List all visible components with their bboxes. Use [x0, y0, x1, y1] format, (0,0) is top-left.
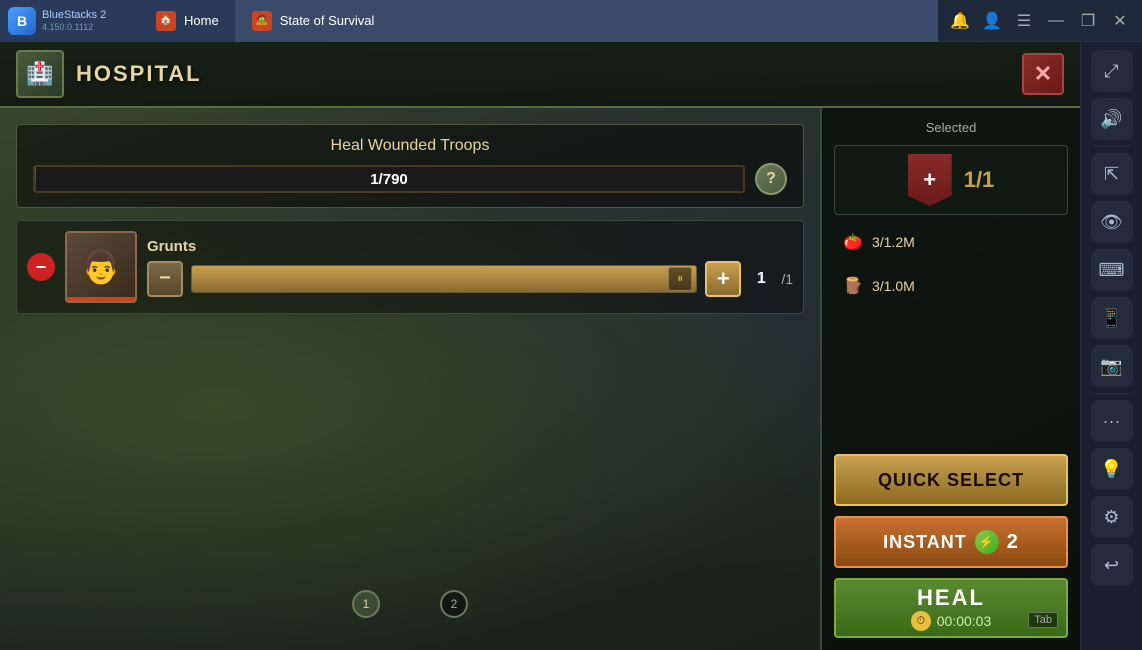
- help-button[interactable]: ?: [755, 163, 787, 195]
- troop-name: Grunts: [147, 238, 793, 255]
- app-name: BlueStacks 2 4.150.0.1112: [42, 9, 106, 33]
- heal-button-time: ⏱ 00:00:03: [911, 611, 992, 631]
- troop-pause-button[interactable]: ⏸: [668, 267, 692, 291]
- camera-icon[interactable]: 📷: [1091, 345, 1133, 387]
- bell-icon[interactable]: 🔔: [946, 7, 974, 35]
- phone-icon[interactable]: 📱: [1091, 297, 1133, 339]
- instant-count: 2: [1007, 531, 1019, 554]
- heal-button-label: HEAL: [917, 585, 985, 611]
- resource-row-1: 🍅 3/1.2M: [834, 225, 1068, 259]
- wood-icon: 🪵: [842, 275, 864, 297]
- clock-icon: ⏱: [911, 611, 931, 631]
- heal-progress-row: 1/790 ?: [33, 163, 787, 195]
- troop-max-count: /1: [781, 271, 793, 287]
- tab-home[interactable]: 🏠 Home: [140, 0, 236, 42]
- troop-slider[interactable]: ⏸: [191, 265, 697, 293]
- food-amount: 3/1.2M: [872, 234, 915, 250]
- selected-box: + 1/1: [834, 145, 1068, 215]
- heal-button[interactable]: HEAL ⏱ 00:00:03 Tab: [834, 578, 1068, 638]
- keyboard-icon[interactable]: ⌨: [1091, 249, 1133, 291]
- hospital-icon: 🏥: [16, 50, 64, 98]
- bulb-icon[interactable]: 💡: [1091, 448, 1133, 490]
- home-tab-icon: 🏠: [156, 11, 176, 31]
- instant-icon: ⚡: [975, 530, 999, 554]
- back-icon[interactable]: ↩: [1091, 544, 1133, 586]
- restore-button[interactable]: ❐: [1074, 7, 1102, 35]
- troop-avatar: 👨: [65, 231, 137, 303]
- troop-row: − 👨 Grunts − ⏸: [16, 220, 804, 314]
- heal-bar-wrapper: 1/790: [33, 165, 745, 193]
- troop-increase-button[interactable]: +: [705, 261, 741, 297]
- food-icon: 🍅: [842, 231, 864, 253]
- dots-icon[interactable]: ···: [1091, 400, 1133, 442]
- menu-icon[interactable]: ☰: [1010, 7, 1038, 35]
- troop-avatar-bar: [67, 297, 135, 301]
- sidebar-divider-1: [1094, 146, 1130, 147]
- fullscreen-icon[interactable]: ⤢: [1091, 50, 1133, 92]
- game-tab-icon: 🧟: [252, 11, 272, 31]
- heal-info-box: Heal Wounded Troops 1/790 ?: [16, 124, 804, 208]
- troop-current-count: 1: [749, 270, 773, 288]
- troop-decrease-button[interactable]: −: [147, 261, 183, 297]
- selected-count: 1/1: [964, 167, 995, 193]
- page-dot-1[interactable]: 1: [352, 590, 380, 618]
- resource-row-2: 🪵 3/1.0M: [834, 269, 1068, 303]
- main-area: 🏥 HOSPITAL ✕ Heal Wounded Troops: [0, 42, 1142, 650]
- app-logo: B BlueStacks 2 4.150.0.1112: [0, 0, 140, 42]
- window-controls: 🔔 👤 ☰ — ❐ ✕: [938, 7, 1142, 35]
- home-tab-label: Home: [184, 13, 219, 28]
- right-sidebar: ⤢ 🔊 ⇱ 👁 ⌨ 📱 📷 ··· 💡 ⚙ ↩: [1080, 42, 1142, 650]
- close-window-button[interactable]: ✕: [1106, 7, 1134, 35]
- right-section: Selected + 1/1 🍅 3/1.2M 🪵 3/1.0M: [820, 108, 1080, 650]
- minimize-button[interactable]: —: [1042, 7, 1070, 35]
- medical-flag-icon: +: [908, 154, 952, 206]
- hospital-header: 🏥 HOSPITAL ✕: [0, 42, 1080, 108]
- heal-title: Heal Wounded Troops: [33, 137, 787, 155]
- taskbar: B BlueStacks 2 4.150.0.1112 🏠 Home 🧟 Sta…: [0, 0, 1142, 42]
- tab-game[interactable]: 🧟 State of Survival: [236, 0, 938, 42]
- quick-select-button[interactable]: QUICK SELECT: [834, 454, 1068, 506]
- gear-icon[interactable]: ⚙: [1091, 496, 1133, 538]
- selected-label: Selected: [834, 120, 1068, 135]
- wood-amount: 3/1.0M: [872, 278, 915, 294]
- account-icon[interactable]: 👤: [978, 7, 1006, 35]
- hospital-title: HOSPITAL: [76, 61, 202, 87]
- left-section: Heal Wounded Troops 1/790 ?: [0, 108, 820, 650]
- troop-avatar-image: 👨: [81, 248, 121, 286]
- page-dot-2[interactable]: 2: [440, 590, 468, 618]
- tab-badge: Tab: [1028, 612, 1058, 628]
- heal-count: 1/790: [33, 171, 745, 188]
- eye-icon[interactable]: 👁: [1091, 201, 1133, 243]
- bluestacks-icon: B: [8, 7, 36, 35]
- instant-button[interactable]: INSTANT ⚡ 2: [834, 516, 1068, 568]
- game-area: 🏥 HOSPITAL ✕ Heal Wounded Troops: [0, 42, 1080, 650]
- troop-slider-fill: [192, 266, 696, 292]
- close-hospital-button[interactable]: ✕: [1022, 53, 1064, 95]
- troop-remove-button[interactable]: −: [27, 253, 55, 281]
- sidebar-divider-2: [1094, 393, 1130, 394]
- hospital-content: Heal Wounded Troops 1/790 ?: [0, 108, 1080, 650]
- expand-icon[interactable]: ⇱: [1091, 153, 1133, 195]
- troop-controls: − ⏸ + 1 /1: [147, 261, 793, 297]
- volume-icon[interactable]: 🔊: [1091, 98, 1133, 140]
- hospital-panel: 🏥 HOSPITAL ✕ Heal Wounded Troops: [0, 42, 1080, 650]
- page-dots: 1 2: [16, 574, 804, 634]
- game-tab-label: State of Survival: [280, 13, 375, 28]
